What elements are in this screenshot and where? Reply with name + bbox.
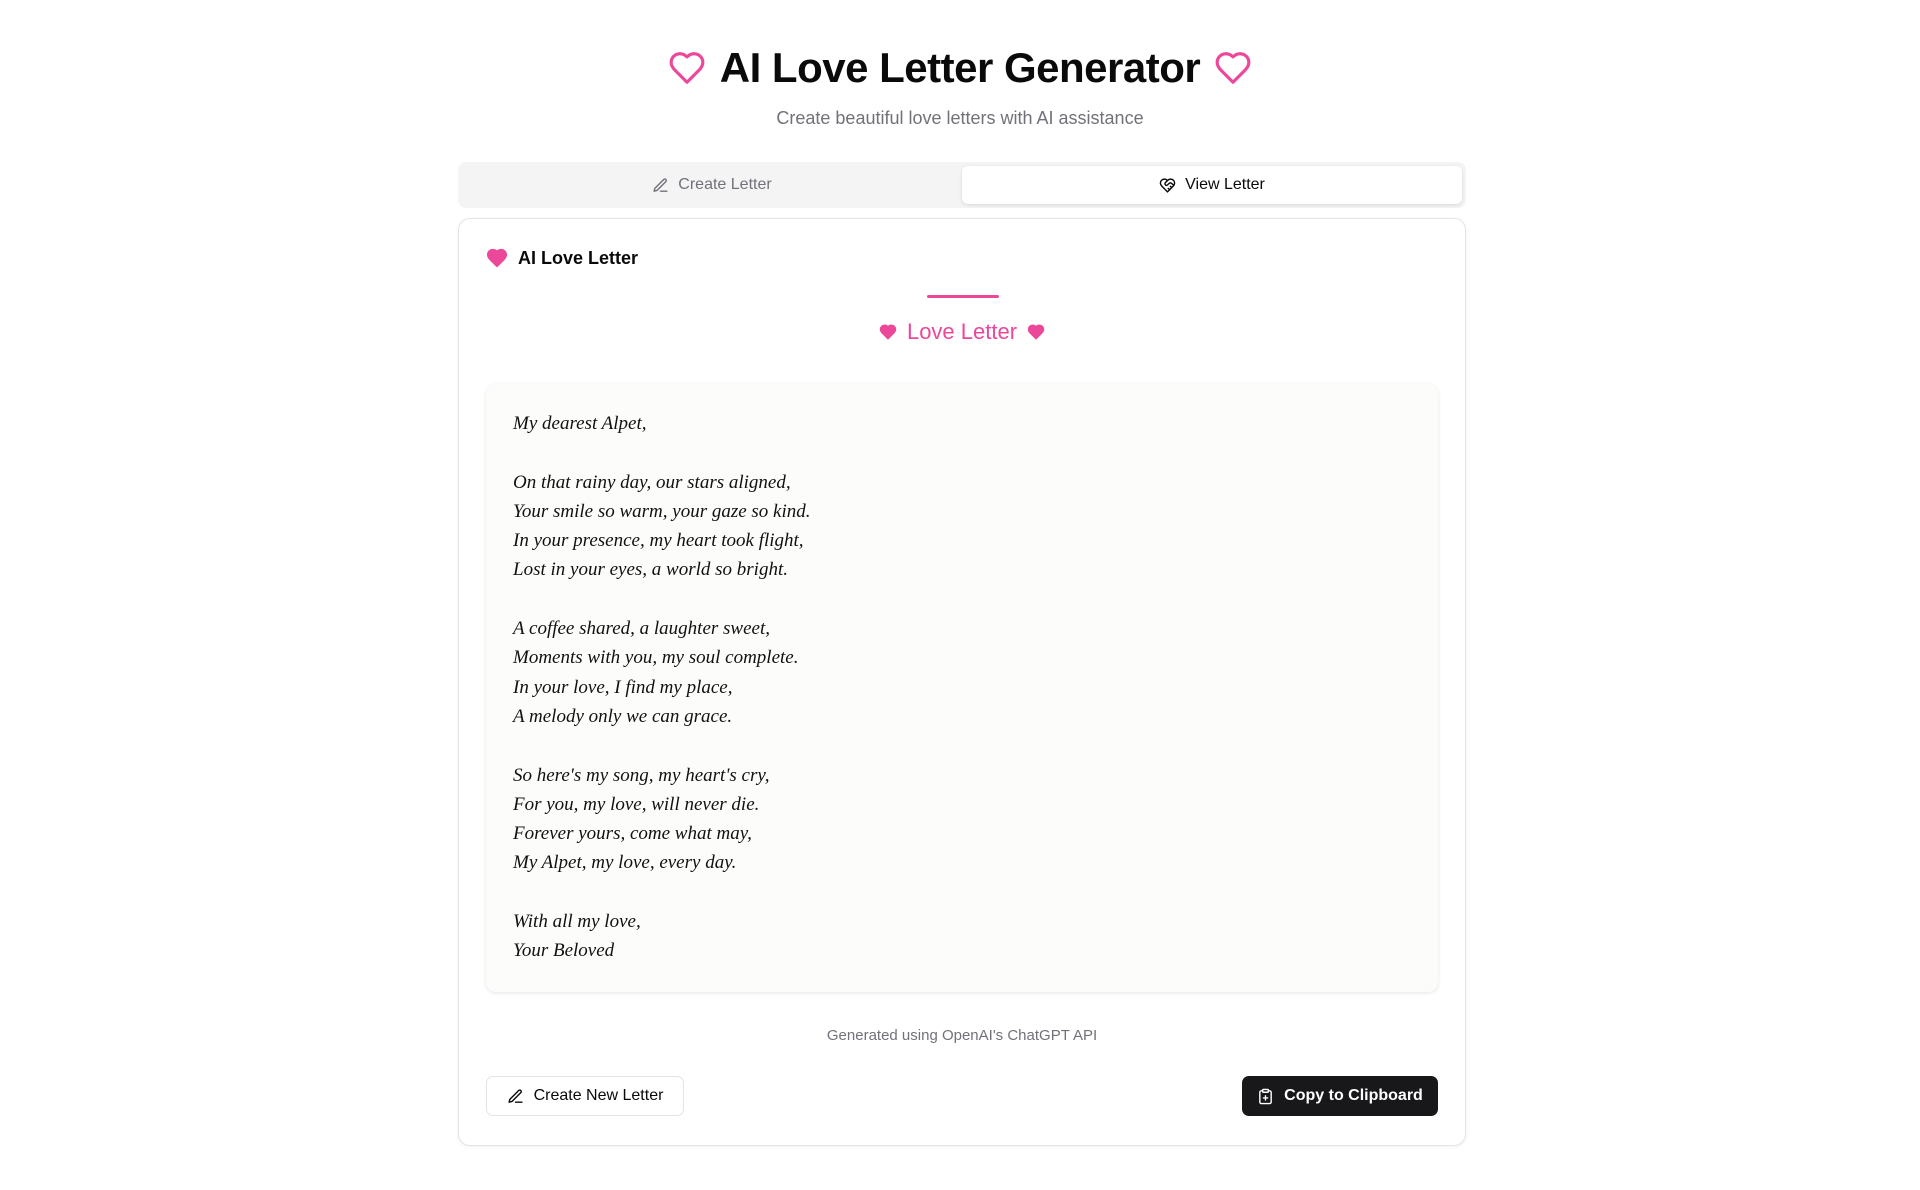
tab-label: View Letter <box>1185 176 1265 193</box>
letter-line <box>513 585 1411 614</box>
accent-divider <box>927 295 999 298</box>
button-label: Create New Letter <box>533 1087 664 1104</box>
pencil-icon <box>507 1088 524 1105</box>
letter-line: A melody only we can grace. <box>513 705 733 727</box>
card-header: AI Love Letter <box>486 247 638 269</box>
tab-label: Create Letter <box>678 176 772 193</box>
tab-create-letter[interactable]: Create Letter <box>462 166 962 204</box>
heart-outline-icon <box>1214 49 1252 87</box>
heart-outline-icon <box>668 49 706 87</box>
pencil-icon <box>652 177 669 194</box>
page-subtitle: Create beautiful love letters with AI as… <box>776 108 1144 128</box>
heart-filled-icon <box>486 247 508 269</box>
letter-line <box>513 878 1411 907</box>
letter-line <box>513 731 1411 760</box>
card-title: AI Love Letter <box>518 247 639 268</box>
heart-handshake-icon <box>1159 177 1176 194</box>
letter-line: A coffee shared, a laughter sweet, <box>513 618 770 640</box>
tab-view-letter[interactable]: View Letter <box>962 166 1462 204</box>
letter-line: In your presence, my heart took flight, <box>513 530 804 552</box>
letter-line: Forever yours, come what may, <box>513 823 752 845</box>
letter-line: Moments with you, my soul complete. <box>513 647 799 669</box>
title-row: AI Love Letter Generator <box>0 38 1920 98</box>
letter-line: My dearest Alpet, <box>513 413 647 434</box>
tab-list: Create Letter View Letter <box>458 162 1466 208</box>
letter-card: AI Love Letter Love Letter My dearest Al… <box>458 218 1466 1146</box>
letter-line: My Alpet, my love, every day. <box>513 852 737 874</box>
create-new-letter-button[interactable]: Create New Letter <box>486 1076 684 1116</box>
generated-note: Generated using OpenAI's ChatGPT API <box>826 1027 1098 1044</box>
letter-line: Your smile so warm, your gaze so kind. <box>513 500 811 522</box>
letter-line: Your Beloved <box>513 940 615 962</box>
letter-content: My dearest Alpet, On that rainy day, our… <box>486 384 1438 992</box>
letter-line <box>513 438 1411 467</box>
clipboard-icon <box>1257 1088 1274 1105</box>
heart-filled-icon <box>879 323 897 341</box>
letter-line: For you, my love, will never die. <box>513 793 760 815</box>
copy-to-clipboard-button[interactable]: Copy to Clipboard <box>1242 1076 1438 1116</box>
letter-line: So here's my song, my heart's cry, <box>513 764 770 786</box>
letter-line: Lost in your eyes, a world so bright. <box>513 559 788 581</box>
button-label: Copy to Clipboard <box>1284 1087 1423 1104</box>
letter-heading: Love Letter <box>459 319 1465 345</box>
page-header: AI Love Letter Generator Create beautifu… <box>0 38 1920 129</box>
letter-line: In your love, I find my place, <box>513 676 733 698</box>
letter-line: On that rainy day, our stars aligned, <box>513 471 791 493</box>
letter-heading-text: Love Letter <box>906 319 1018 344</box>
page-title: AI Love Letter Generator <box>719 44 1201 91</box>
heart-filled-icon <box>1027 323 1045 341</box>
letter-line: With all my love, <box>513 911 641 933</box>
